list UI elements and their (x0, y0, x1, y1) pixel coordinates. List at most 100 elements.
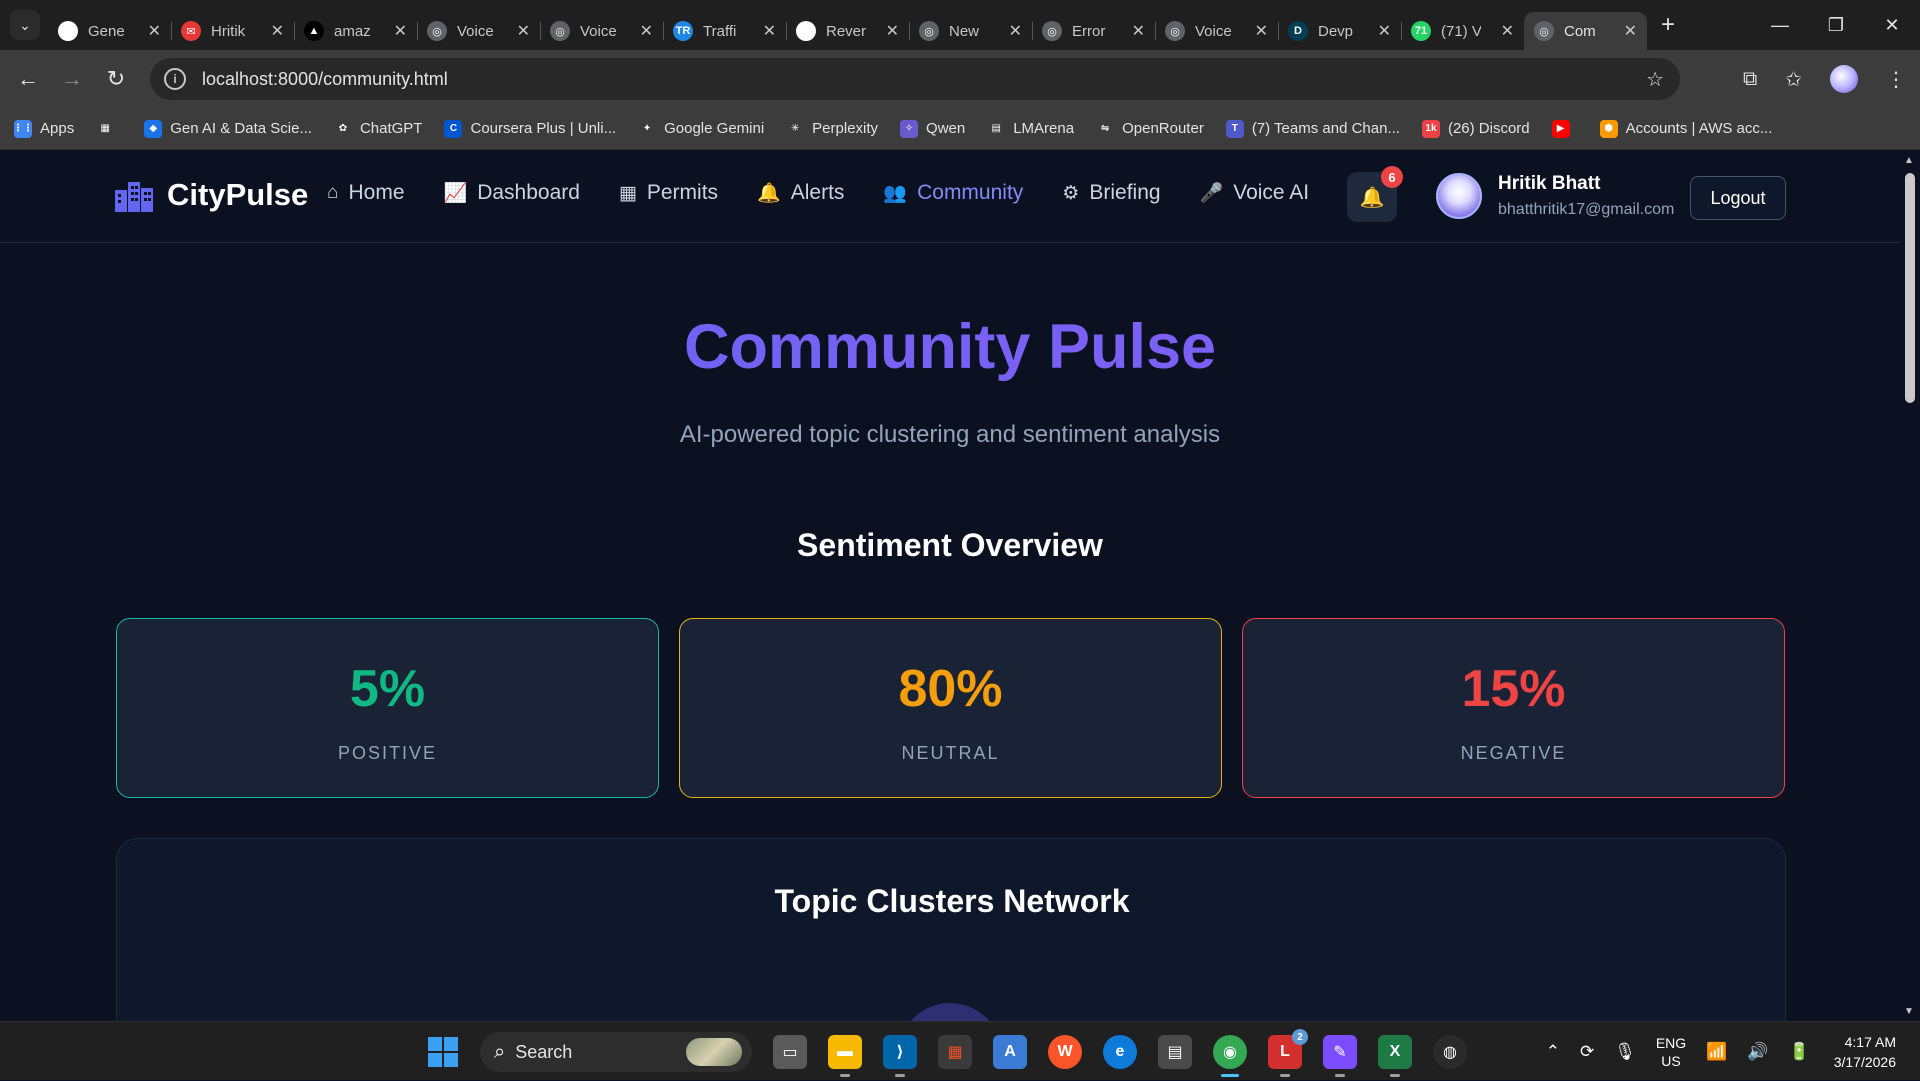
calculator-icon[interactable]: ▤ (1158, 1035, 1192, 1069)
nav-alerts[interactable]: 🔔 Alerts (757, 181, 844, 205)
profile-avatar[interactable] (1830, 65, 1858, 93)
back-button[interactable]: ← (6, 66, 50, 92)
close-tab-icon[interactable]: ✕ (1378, 21, 1391, 41)
chrome-icon[interactable]: ◉ (1213, 1035, 1247, 1077)
page-scrollbar[interactable]: ▲ ▼ (1900, 151, 1920, 1021)
brand[interactable]: CityPulse (115, 177, 308, 213)
browser-tab[interactable]: ◎ Com ✕ (1524, 12, 1647, 50)
brave-icon[interactable]: W (1048, 1035, 1082, 1069)
bookmark-item[interactable]: C Coursera Plus | Unli... (444, 119, 616, 138)
sync-icon[interactable]: ⟳ (1580, 1042, 1594, 1062)
browser-tab[interactable]: D Devp ✕ (1278, 12, 1402, 50)
browser-tab[interactable]: ◎ Voice ✕ (1155, 12, 1279, 50)
edge-icon[interactable]: e (1103, 1035, 1137, 1069)
clock[interactable]: 4:17 AM 3/17/2026 (1834, 1032, 1896, 1072)
close-tab-icon[interactable]: ✕ (394, 21, 407, 41)
bookmark-item[interactable]: 1k (26) Discord (1421, 119, 1530, 138)
close-tab-icon[interactable]: ✕ (1009, 21, 1022, 41)
chatgpt-icon: ✿ (796, 21, 816, 41)
close-tab-icon[interactable]: ✕ (640, 21, 653, 41)
browser-tab[interactable]: ◎ Voice ✕ (417, 12, 541, 50)
browser-tab[interactable]: ▲ amaz ✕ (294, 12, 418, 50)
nav-home[interactable]: ⌂ Home (327, 181, 405, 205)
bookmarks-panel-icon[interactable]: ✩ (1785, 67, 1802, 92)
file-explorer-icon[interactable]: ▬ (828, 1035, 862, 1077)
tab-search-chevron-icon[interactable]: ⌄ (10, 10, 40, 40)
show-hidden-icons-chevron-icon[interactable]: ⌃ (1546, 1042, 1560, 1062)
obs-icon[interactable]: ◍ (1433, 1035, 1467, 1069)
todo-app-icon[interactable]: L2 (1268, 1029, 1308, 1077)
site-info-icon[interactable]: i (164, 68, 186, 90)
task-view-icon[interactable]: ▭ (773, 1035, 807, 1069)
input-language[interactable]: ENG US (1656, 1034, 1686, 1070)
browser-tab[interactable]: ✿ Rever ✕ (786, 12, 910, 50)
bookmark-item[interactable]: ▦ (96, 119, 122, 138)
close-tab-icon[interactable]: ✕ (1501, 21, 1514, 41)
reload-button[interactable]: ↻ (94, 66, 138, 92)
scroll-down-icon[interactable]: ▼ (1904, 1006, 1914, 1017)
close-window-button[interactable]: ✕ (1864, 0, 1920, 50)
user-profile[interactable]: Hritik Bhatt bhatthritik17@gmail.com (1436, 173, 1674, 219)
bookmark-item[interactable]: ✧ Qwen (900, 119, 965, 138)
battery-icon[interactable]: 🔋 (1789, 1042, 1810, 1062)
bookmark-item[interactable]: ✦ Google Gemini (638, 119, 764, 138)
close-tab-icon[interactable]: ✕ (1132, 21, 1145, 41)
bookmark-item[interactable]: ✳ Perplexity (786, 119, 878, 138)
vscode-icon[interactable]: ⟩ (883, 1035, 917, 1077)
extensions-icon[interactable]: ⧉ (1743, 68, 1757, 91)
traffic-icon: TR (673, 21, 693, 41)
browser-tab[interactable]: TR Traffi ✕ (663, 12, 787, 50)
nav-permits[interactable]: ▦ Permits (619, 181, 718, 205)
nav-briefing[interactable]: ⚙ Briefing (1062, 181, 1160, 205)
notifications-button[interactable]: 🔔 6 (1347, 166, 1403, 222)
tab-title: Com (1564, 22, 1596, 40)
logout-button[interactable]: Logout (1690, 176, 1786, 220)
bookmark-item[interactable]: ◆ Gen AI & Data Scie... (144, 119, 312, 138)
close-tab-icon[interactable]: ✕ (271, 21, 284, 41)
new-tab-button[interactable]: + (1661, 11, 1675, 39)
minimize-button[interactable]: — (1752, 0, 1808, 50)
bookmark-item[interactable]: ✿ ChatGPT (333, 119, 422, 138)
bookmark-item[interactable]: T (7) Teams and Chan... (1225, 119, 1400, 138)
excel-icon[interactable]: X (1378, 1035, 1412, 1077)
nav-community[interactable]: 👥 Community (883, 181, 1023, 205)
nav-voice-ai[interactable]: 🎤 Voice AI (1200, 181, 1310, 205)
close-tab-icon[interactable]: ✕ (517, 21, 530, 41)
close-tab-icon[interactable]: ✕ (1624, 21, 1637, 41)
bell-icon: 🔔 (1359, 186, 1385, 209)
restore-button[interactable]: ❐ (1808, 0, 1864, 50)
omnibox[interactable]: i localhost:8000/community.html ☆ (150, 58, 1680, 100)
tab-title: Traffi (703, 22, 737, 40)
bookmark-item[interactable]: ⋮⋮ Apps (13, 119, 74, 138)
bookmark-item[interactable]: ⇋ OpenRouter (1096, 119, 1204, 138)
browser-tab[interactable]: ◉ Gene ✕ (48, 12, 172, 50)
browser-tab[interactable]: ◎ New ✕ (909, 12, 1033, 50)
taskbar-search[interactable]: ⌕ Search (480, 1032, 752, 1072)
bookmark-item[interactable]: ▶ (1551, 119, 1578, 138)
browser-tab[interactable]: 71 (71) V ✕ (1401, 12, 1525, 50)
close-tab-icon[interactable]: ✕ (763, 21, 776, 41)
browser-tab[interactable]: ◎ Voice ✕ (540, 12, 664, 50)
volume-icon[interactable]: 🔊 (1747, 1042, 1768, 1062)
scrollbar-thumb[interactable] (1905, 173, 1915, 403)
close-tab-icon[interactable]: ✕ (1255, 21, 1268, 41)
azure-icon[interactable]: A (993, 1035, 1027, 1069)
notes-app-icon[interactable]: ✎ (1323, 1035, 1357, 1077)
browser-tab[interactable]: ◎ Error ✕ (1032, 12, 1156, 50)
start-button[interactable] (428, 1037, 458, 1067)
bookmark-item[interactable]: ▤ LMArena (987, 119, 1074, 138)
browser-tab[interactable]: ✉ Hritik ✕ (171, 12, 295, 50)
tab-title: New (949, 22, 980, 40)
scroll-up-icon[interactable]: ▲ (1904, 155, 1914, 166)
close-tab-icon[interactable]: ✕ (148, 21, 161, 41)
nav-dashboard[interactable]: 📈 Dashboard (444, 181, 580, 205)
bookmark-star-icon[interactable]: ☆ (1646, 67, 1664, 92)
microsoft-store-icon[interactable]: ▦ (938, 1035, 972, 1069)
url-text[interactable]: localhost:8000/community.html (202, 69, 448, 90)
bookmark-item[interactable]: ⬢ Accounts | AWS acc... (1599, 119, 1772, 138)
close-tab-icon[interactable]: ✕ (886, 21, 899, 41)
wifi-icon[interactable]: 📶 (1706, 1042, 1727, 1062)
browser-menu-icon[interactable]: ⋮ (1886, 67, 1906, 92)
forward-button[interactable]: → (50, 66, 94, 92)
microphone-icon[interactable]: 🎙 (1614, 1042, 1636, 1062)
